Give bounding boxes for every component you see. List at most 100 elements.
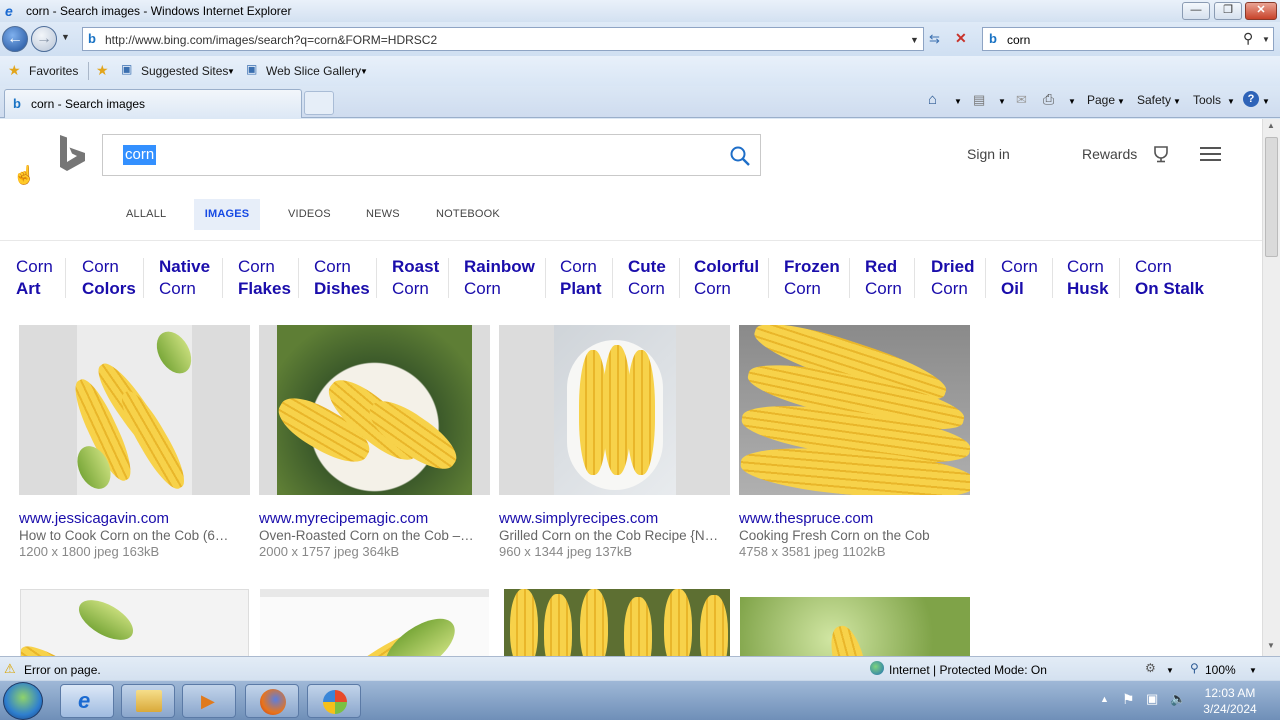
address-bar[interactable]: b http://www.bing.com/images/search?q=co… [82,27,924,51]
sign-in-link[interactable]: Sign in [967,146,1010,162]
search-icon[interactable]: ⚲ [1243,30,1253,47]
bing-logo-icon[interactable] [58,135,88,173]
related-search-item[interactable]: Roast Corn [392,256,439,300]
scope-news[interactable]: NEWS [366,208,400,220]
compatibility-view-icon[interactable]: ⇆ [929,31,940,47]
feeds-dropdown-icon[interactable]: ▼ [998,97,1006,106]
action-center-flag-icon[interactable]: ⚑ [1122,691,1135,708]
hamburger-menu-icon[interactable] [1200,146,1222,162]
result-site-link[interactable]: www.myrecipemagic.com [259,510,490,527]
image-result-card[interactable]: www.myrecipemagic.com Oven-Roasted Corn … [259,325,490,559]
status-message[interactable]: Error on page. [24,663,101,677]
related-search-item[interactable]: Corn Art [16,256,53,300]
result-site-link[interactable]: www.jessicagavin.com [19,510,250,527]
start-button[interactable] [3,682,43,720]
related-search-item[interactable]: Corn Dishes [314,256,370,300]
taskbar-explorer[interactable] [121,684,175,718]
suggested-sites-link[interactable]: Suggested Sites [141,64,228,78]
ie-search-text[interactable]: corn [1007,33,1030,47]
zoom-level[interactable]: 100% [1205,663,1236,677]
close-button[interactable]: ✕ [1245,2,1277,20]
scope-all[interactable]: ALLALL [126,208,166,220]
result-caption[interactable]: How to Cook Corn on the Cob (6… [19,528,250,543]
search-dropdown-icon[interactable]: ▼ [1262,35,1270,44]
web-slice-gallery-link[interactable]: Web Slice Gallery [266,64,361,78]
help-icon[interactable]: ? [1243,91,1259,107]
network-icon[interactable]: ▣ [1146,691,1158,707]
web-slice-dropdown-icon[interactable]: ▼ [360,67,368,76]
image-result-thumbnail[interactable] [504,589,730,656]
scrollbar-thumb[interactable] [1265,137,1278,257]
stop-icon[interactable]: ✕ [955,30,967,47]
image-result-thumbnail[interactable] [740,597,970,656]
search-icon[interactable] [729,145,751,167]
corn-image-thumbnail[interactable] [499,325,730,495]
scope-images[interactable]: IMAGES [194,199,260,230]
favorites-button[interactable]: Favorites [29,64,78,78]
image-result-thumbnail[interactable] [260,589,489,656]
rewards-link[interactable]: Rewards [1082,146,1137,162]
feeds-icon[interactable]: ▤ [973,92,985,108]
address-url[interactable]: http://www.bing.com/images/search?q=corn… [105,33,437,47]
restore-button[interactable]: ❐ [1214,2,1242,20]
read-mail-icon[interactable]: ✉ [1016,92,1027,108]
corn-image-thumbnail[interactable] [739,325,970,495]
system-clock[interactable]: 12:03 AM 3/24/2024 [1190,685,1270,717]
image-result-thumbnail[interactable] [20,589,249,656]
taskbar-windows-app[interactable] [307,684,361,718]
related-search-item[interactable]: Red Corn [865,256,902,300]
image-result-card[interactable]: www.thespruce.com Cooking Fresh Corn on … [739,325,970,559]
safety-menu[interactable]: Safety [1137,93,1171,107]
taskbar-media-player[interactable]: ▶ [182,684,236,718]
result-site-link[interactable]: www.thespruce.com [739,510,970,527]
image-result-card[interactable]: www.simplyrecipes.com Grilled Corn on th… [499,325,730,559]
tab-corn-search-images[interactable]: b corn - Search images [4,89,302,118]
scope-notebook[interactable]: NOTEBOOK [436,208,500,220]
print-icon[interactable]: ⎙ [1043,91,1054,108]
related-search-item[interactable]: Cute Corn [628,256,666,300]
security-zone[interactable]: Internet | Protected Mode: On [889,663,1047,677]
search-query-input[interactable]: corn [123,145,157,165]
show-hidden-icons[interactable]: ▲ [1100,694,1109,704]
new-tab-button[interactable] [304,91,334,115]
corn-image-thumbnail[interactable] [259,325,490,495]
suggested-sites-dropdown-icon[interactable]: ▼ [227,67,235,76]
related-search-item[interactable]: Dried Corn [931,256,974,300]
zoom-dropdown-icon[interactable]: ▼ [1249,666,1257,675]
scroll-up-icon[interactable]: ▲ [1267,121,1275,130]
home-dropdown-icon[interactable]: ▼ [954,97,962,106]
ie-search-box[interactable]: b corn ⚲ ▼ [982,27,1274,51]
recent-pages-dropdown-icon[interactable]: ▼ [61,32,70,42]
taskbar-firefox[interactable] [245,684,299,718]
related-search-item[interactable]: Corn On Stalk [1135,256,1204,300]
scope-videos[interactable]: VIDEOS [288,208,331,220]
print-dropdown-icon[interactable]: ▼ [1068,97,1076,106]
related-search-item[interactable]: Corn Flakes [238,256,291,300]
scroll-down-icon[interactable]: ▼ [1267,641,1275,650]
result-caption[interactable]: Oven-Roasted Corn on the Cob –… [259,528,490,543]
tools-menu-dropdown-icon[interactable]: ▼ [1227,97,1235,106]
tools-menu[interactable]: Tools [1193,93,1221,107]
minimize-button[interactable]: — [1182,2,1210,20]
safety-menu-dropdown-icon[interactable]: ▼ [1173,97,1181,106]
related-search-item[interactable]: Colorful Corn [694,256,759,300]
privacy-dropdown-icon[interactable]: ▼ [1166,666,1174,675]
bing-search-box[interactable]: corn [102,134,761,176]
vertical-scrollbar[interactable]: ▲ ▼ [1262,119,1280,656]
rewards-trophy-icon[interactable] [1152,145,1170,163]
result-site-link[interactable]: www.simplyrecipes.com [499,510,730,527]
help-dropdown-icon[interactable]: ▼ [1262,97,1270,106]
related-search-item[interactable]: Corn Plant [560,256,602,300]
volume-muted-icon[interactable]: 🔈 [1170,691,1186,707]
result-caption[interactable]: Cooking Fresh Corn on the Cob [739,528,970,543]
taskbar-internet-explorer[interactable]: e [60,684,114,718]
image-result-card[interactable]: www.jessicagavin.com How to Cook Corn on… [19,325,250,559]
result-caption[interactable]: Grilled Corn on the Cob Recipe {N… [499,528,730,543]
privacy-icon[interactable]: ⚙ [1145,661,1156,675]
related-search-item[interactable]: Corn Oil [1001,256,1038,300]
address-dropdown-icon[interactable]: ▼ [910,35,919,45]
add-to-favorites-icon[interactable]: ★ [96,62,109,79]
related-search-item[interactable]: Corn Husk [1067,256,1109,300]
home-icon[interactable]: ⌂ [928,91,937,108]
related-search-item[interactable]: Frozen Corn [784,256,840,300]
